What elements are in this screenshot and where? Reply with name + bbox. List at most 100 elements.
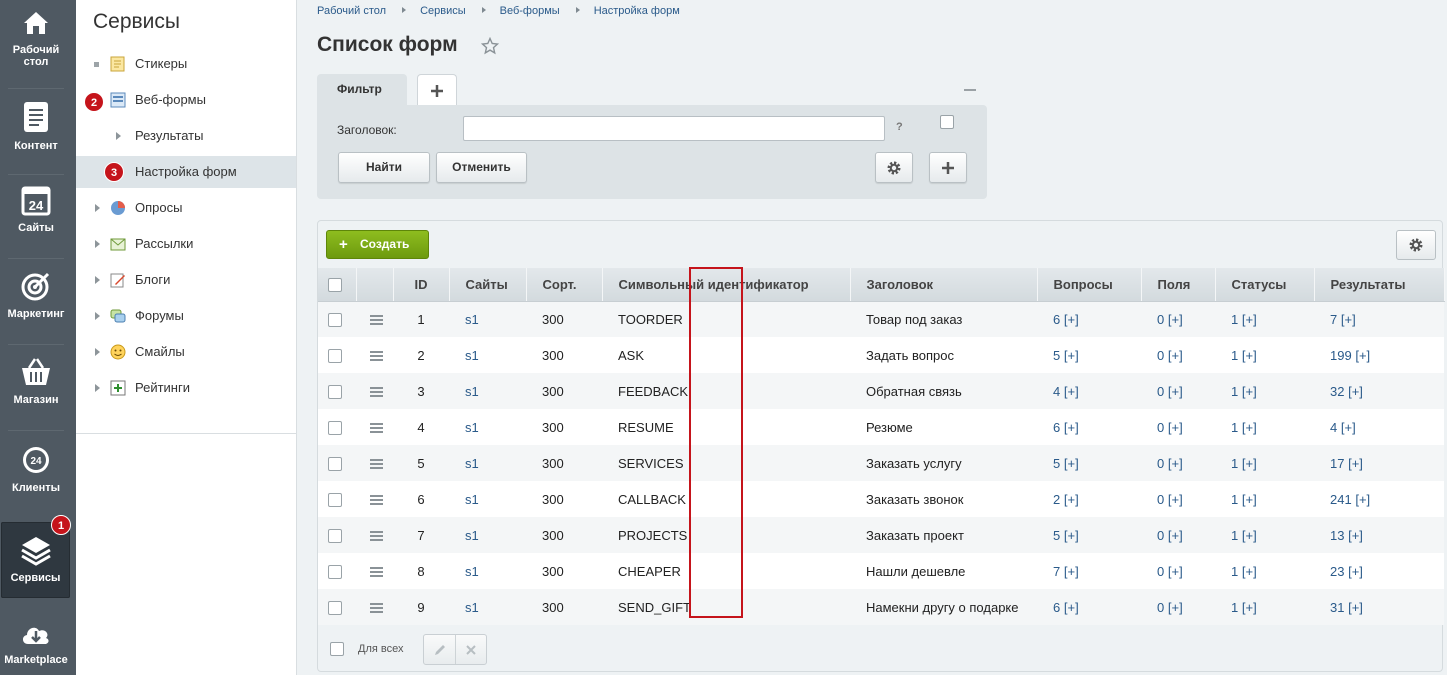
- statuses-link[interactable]: 1: [1231, 456, 1238, 471]
- edit-pencil-icon[interactable]: [433, 643, 447, 657]
- expand-arrow-icon[interactable]: [116, 132, 121, 140]
- statuses-link[interactable]: 1: [1231, 384, 1238, 399]
- results-link[interactable]: 7: [1330, 312, 1337, 327]
- row-actions-menu-icon[interactable]: [370, 351, 383, 362]
- menu-item-clients[interactable]: 24 Клиенты: [0, 444, 72, 494]
- row-actions-menu-icon[interactable]: [370, 459, 383, 470]
- add-result-link[interactable]: [+]: [1348, 456, 1363, 471]
- expand-arrow-icon[interactable]: [95, 204, 100, 212]
- expand-arrow-icon[interactable]: [95, 384, 100, 392]
- results-link[interactable]: 32: [1330, 384, 1344, 399]
- results-link[interactable]: 17: [1330, 456, 1344, 471]
- column-header-results[interactable]: Результаты: [1314, 268, 1445, 302]
- column-header-fields[interactable]: Поля: [1141, 268, 1216, 302]
- add-result-link[interactable]: [+]: [1348, 528, 1363, 543]
- statuses-link[interactable]: 1: [1231, 600, 1238, 615]
- questions-link[interactable]: 6: [1053, 600, 1060, 615]
- add-status-link[interactable]: [+]: [1242, 348, 1257, 363]
- fields-link[interactable]: 0: [1157, 312, 1164, 327]
- row-actions-menu-icon[interactable]: [370, 423, 383, 434]
- select-all-checkbox[interactable]: [328, 278, 342, 293]
- add-status-link[interactable]: [+]: [1242, 564, 1257, 579]
- menu-item-sites[interactable]: 24 Сайты: [0, 184, 72, 234]
- row-checkbox[interactable]: [328, 384, 342, 399]
- table-row[interactable]: 8 s1 300 CHEAPER Нашли дешевле 7 [+] 0 [+] 1 [+…: [318, 553, 1444, 589]
- fields-link[interactable]: 0: [1157, 348, 1164, 363]
- results-link[interactable]: 13: [1330, 528, 1344, 543]
- sidebar-item-smileys[interactable]: Смайлы: [76, 336, 296, 368]
- sidebar-item-mailings[interactable]: Рассылки: [76, 228, 296, 260]
- site-link[interactable]: s1: [465, 312, 479, 327]
- add-result-link[interactable]: [+]: [1355, 348, 1370, 363]
- tab-filter[interactable]: Фильтр: [317, 74, 407, 106]
- fields-link[interactable]: 0: [1157, 384, 1164, 399]
- menu-item-desktop[interactable]: Рабочий стол: [0, 8, 72, 68]
- add-filter-field-button[interactable]: [929, 152, 967, 183]
- sidebar-item-polls[interactable]: Опросы: [76, 192, 296, 224]
- menu-item-marketing[interactable]: Маркетинг: [0, 270, 72, 320]
- row-checkbox[interactable]: [328, 456, 342, 471]
- add-question-link[interactable]: [+]: [1064, 384, 1079, 399]
- add-status-link[interactable]: [+]: [1242, 456, 1257, 471]
- site-link[interactable]: s1: [465, 528, 479, 543]
- breadcrumb-link[interactable]: Рабочий стол: [317, 5, 386, 17]
- row-checkbox[interactable]: [328, 492, 342, 507]
- row-checkbox[interactable]: [328, 348, 342, 363]
- site-link[interactable]: s1: [465, 420, 479, 435]
- breadcrumb-link[interactable]: Веб-формы: [500, 5, 560, 17]
- list-settings-button[interactable]: [1396, 230, 1436, 260]
- row-actions-menu-icon[interactable]: [370, 315, 383, 326]
- add-field-link[interactable]: [+]: [1168, 348, 1183, 363]
- add-field-link[interactable]: [+]: [1168, 600, 1183, 615]
- add-question-link[interactable]: [+]: [1064, 420, 1079, 435]
- row-checkbox[interactable]: [328, 528, 342, 543]
- table-row[interactable]: 2 s1 300 ASK Задать вопрос 5 [+] 0 [+] 1 [+] 199…: [318, 337, 1444, 373]
- fields-link[interactable]: 0: [1157, 420, 1164, 435]
- row-checkbox[interactable]: [328, 600, 342, 615]
- filter-settings-button[interactable]: [875, 152, 913, 183]
- table-row[interactable]: 9 s1 300 SEND_GIFT Намекни другу о подарке 6 …: [318, 589, 1444, 625]
- questions-link[interactable]: 2: [1053, 492, 1060, 507]
- add-field-link[interactable]: [+]: [1168, 456, 1183, 471]
- expand-arrow-icon[interactable]: [95, 348, 100, 356]
- filter-checkbox[interactable]: [940, 115, 954, 129]
- add-question-link[interactable]: [+]: [1064, 492, 1079, 507]
- create-button[interactable]: + Создать: [326, 230, 429, 259]
- add-field-link[interactable]: [+]: [1168, 384, 1183, 399]
- add-field-link[interactable]: [+]: [1168, 492, 1183, 507]
- column-header-questions[interactable]: Вопросы: [1037, 268, 1142, 302]
- results-link[interactable]: 241: [1330, 492, 1352, 507]
- add-status-link[interactable]: [+]: [1242, 492, 1257, 507]
- add-status-link[interactable]: [+]: [1242, 420, 1257, 435]
- add-result-link[interactable]: [+]: [1348, 384, 1363, 399]
- statuses-link[interactable]: 1: [1231, 492, 1238, 507]
- title-filter-input[interactable]: [463, 116, 885, 141]
- expand-arrow-icon[interactable]: [95, 312, 100, 320]
- add-result-link[interactable]: [+]: [1341, 420, 1356, 435]
- questions-link[interactable]: 7: [1053, 564, 1060, 579]
- add-result-link[interactable]: [+]: [1348, 564, 1363, 579]
- statuses-link[interactable]: 1: [1231, 420, 1238, 435]
- column-header-code[interactable]: Символьный идентификатор: [602, 268, 851, 302]
- fields-link[interactable]: 0: [1157, 492, 1164, 507]
- row-checkbox[interactable]: [328, 564, 342, 579]
- site-link[interactable]: s1: [465, 348, 479, 363]
- site-link[interactable]: s1: [465, 564, 479, 579]
- questions-link[interactable]: 5: [1053, 456, 1060, 471]
- cancel-button[interactable]: Отменить: [436, 152, 527, 183]
- add-result-link[interactable]: [+]: [1355, 492, 1370, 507]
- site-link[interactable]: s1: [465, 600, 479, 615]
- expand-arrow-icon[interactable]: [95, 240, 100, 248]
- table-row[interactable]: 1 s1 300 TOORDER Товар под заказ 6 [+] 0 [+] 1 …: [318, 301, 1444, 337]
- column-header-statuses[interactable]: Статусы: [1215, 268, 1315, 302]
- fields-link[interactable]: 0: [1157, 456, 1164, 471]
- statuses-link[interactable]: 1: [1231, 528, 1238, 543]
- add-field-link[interactable]: [+]: [1168, 312, 1183, 327]
- column-header-sort[interactable]: Сорт.: [526, 268, 603, 302]
- breadcrumb-link[interactable]: Настройка форм: [594, 5, 680, 17]
- row-actions-menu-icon[interactable]: [370, 531, 383, 542]
- row-actions-menu-icon[interactable]: [370, 567, 383, 578]
- results-link[interactable]: 23: [1330, 564, 1344, 579]
- menu-item-shop[interactable]: Магазин: [0, 356, 72, 406]
- questions-link[interactable]: 5: [1053, 348, 1060, 363]
